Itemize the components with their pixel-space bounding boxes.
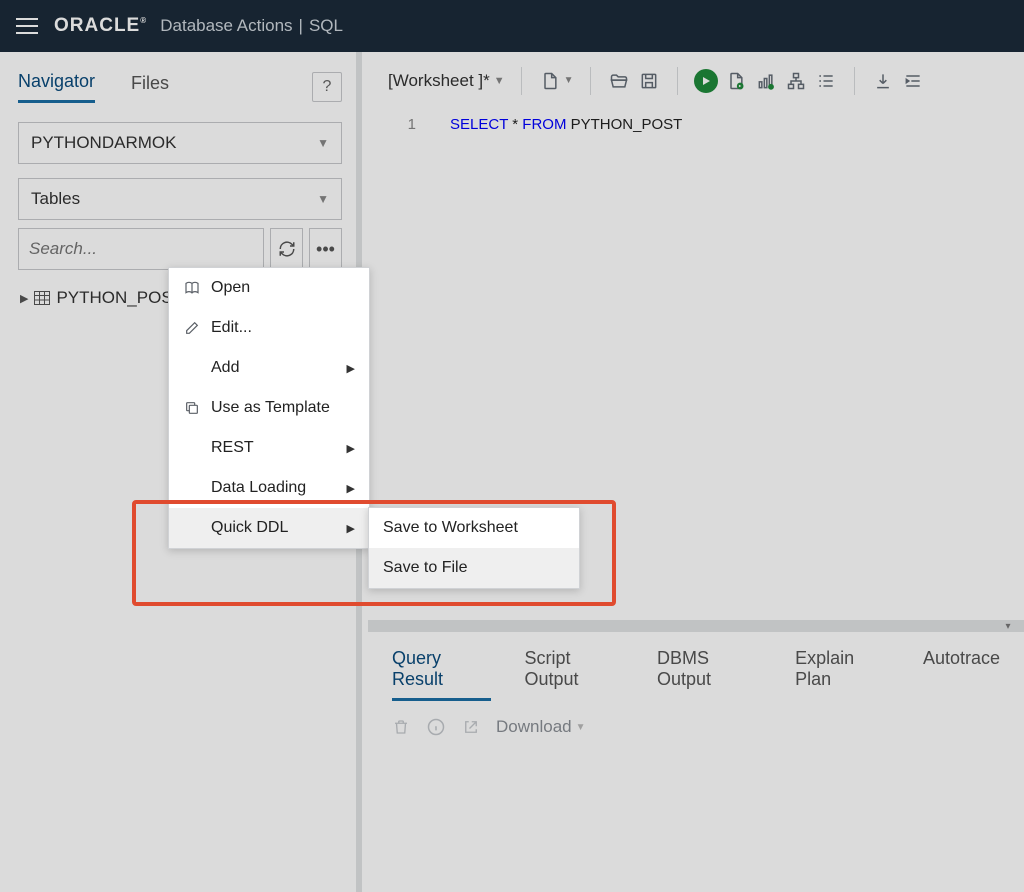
tree-item-label: PYTHON_POST [56,288,183,308]
tree-icon [786,71,806,91]
refresh-icon [278,240,296,258]
chevron-down-icon[interactable]: ▼ [564,75,574,86]
play-icon [694,69,718,93]
download-icon [873,71,893,91]
indent-icon [903,71,923,91]
line-number: 1 [368,110,450,139]
download-button[interactable] [871,69,895,93]
object-type-select[interactable]: Tables ▼ [18,178,342,220]
chevron-down-icon: ▼ [494,75,505,87]
tab-explain-plan[interactable]: Explain Plan [795,648,889,701]
explain-icon [756,71,776,91]
folder-open-icon [609,71,629,91]
ctx-quick-ddl[interactable]: Quick DDL ▶ [169,508,369,548]
code-line: SELECT * FROM PYTHON_POST [450,110,682,139]
chevron-down-icon: ▾ [998,621,1018,631]
open-new-icon[interactable] [462,718,480,736]
book-open-icon [183,279,201,297]
ctx-data-loading[interactable]: Data Loading ▶ [169,468,369,508]
editor-toolbar: [Worksheet ]* ▼ ▼ [368,52,1024,110]
ctx-rest[interactable]: REST ▶ [169,428,369,468]
info-icon[interactable] [426,717,446,737]
context-menu: Open Edit... Add ▶ Use as Template REST … [168,267,370,549]
worksheet-dropdown[interactable]: [Worksheet ]* ▼ [388,71,505,91]
tab-autotrace[interactable]: Autotrace [923,648,1000,701]
open-button[interactable] [607,69,631,93]
tab-script-output[interactable]: Script Output [525,648,624,701]
format-button[interactable] [814,69,838,93]
sql-editor[interactable]: 1 SELECT * FROM PYTHON_POST [368,110,1024,139]
tab-files[interactable]: Files [131,73,169,102]
run-script-button[interactable] [724,69,748,93]
tab-navigator[interactable]: Navigator [18,71,95,103]
autotrace-button[interactable] [784,69,808,93]
trash-icon[interactable] [392,717,410,737]
refresh-button[interactable] [270,228,303,270]
save-icon [639,71,659,91]
pencil-icon [183,319,201,337]
sidebar-tabs: Navigator Files ? [18,66,342,108]
ctx-use-as-template[interactable]: Use as Template [169,388,369,428]
tab-dbms-output[interactable]: DBMS Output [657,648,761,701]
brand-logo: ORACLE® [54,15,140,37]
chevron-down-icon: ▼ [317,136,329,150]
explain-plan-button[interactable] [754,69,778,93]
menu-icon[interactable] [16,18,38,34]
chevron-right-icon: ▶ [347,482,355,495]
table-icon [34,291,50,305]
quick-ddl-submenu: Save to Worksheet Save to File [368,507,580,589]
splitter[interactable]: ▾ [368,620,1024,632]
tab-query-result[interactable]: Query Result [392,648,491,701]
search-input[interactable] [18,228,264,270]
copy-icon [183,399,201,417]
schema-select-value: PYTHONDARMOK [31,133,176,153]
chevron-down-icon: ▼ [317,192,329,206]
chevron-right-icon: ▶ [347,362,355,375]
save-button[interactable] [637,69,661,93]
breadcrumb: Database Actions|SQL [160,16,343,36]
object-type-value: Tables [31,189,80,209]
new-file-button[interactable] [538,69,562,93]
more-button[interactable]: ••• [309,228,342,270]
chevron-down-icon: ▼ [576,722,586,733]
main-panel: [Worksheet ]* ▼ ▼ [368,52,1024,892]
expand-caret-icon: ▶ [20,292,28,305]
chevron-right-icon: ▶ [347,522,355,535]
results-panel: Query Result Script Output DBMS Output E… [368,632,1024,892]
chevron-right-icon: ▶ [347,442,355,455]
schema-select[interactable]: PYTHONDARMOK ▼ [18,122,342,164]
help-button[interactable]: ? [312,72,342,102]
ctx-edit[interactable]: Edit... [169,308,369,348]
new-file-icon [540,71,560,91]
topbar: ORACLE® Database Actions|SQL [0,0,1024,52]
ctx-add[interactable]: Add ▶ [169,348,369,388]
script-run-icon [726,71,746,91]
indent-button[interactable] [901,69,925,93]
download-dropdown[interactable]: Download ▼ [496,717,586,737]
submenu-save-worksheet[interactable]: Save to Worksheet [369,508,579,548]
list-icon [816,71,836,91]
run-button[interactable] [694,69,718,93]
submenu-save-file[interactable]: Save to File [369,548,579,588]
ctx-open[interactable]: Open [169,268,369,308]
